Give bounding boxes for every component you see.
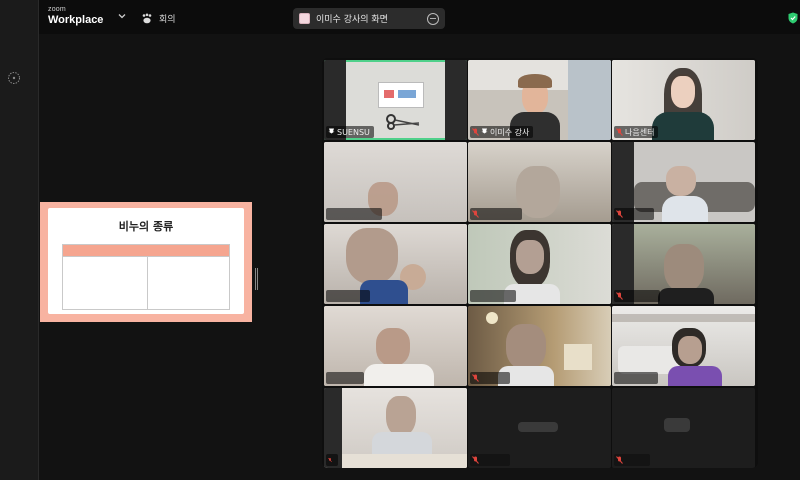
more-options-icon[interactable] — [427, 12, 439, 25]
participant-label — [614, 290, 660, 302]
video-tile-off[interactable] — [612, 388, 755, 468]
slide-table — [62, 244, 230, 310]
video-gallery: SUENSU 이미수 강사 나음센터 — [322, 58, 758, 468]
muted-mic-icon — [616, 128, 623, 136]
muted-mic-icon — [472, 456, 479, 464]
pin-icon — [481, 128, 488, 136]
screen-share-icon — [299, 13, 310, 24]
scissors-icon — [386, 114, 420, 130]
meeting-label: 회의 — [159, 14, 176, 25]
apps-icon[interactable] — [6, 70, 22, 86]
video-tile[interactable] — [324, 224, 467, 304]
video-tile[interactable]: SUENSU — [324, 60, 467, 140]
participant-label — [470, 372, 510, 384]
slide-title: 비누의 종류 — [118, 220, 174, 233]
chevron-down-icon[interactable] — [117, 11, 127, 21]
video-tile[interactable] — [324, 142, 467, 222]
muted-mic-icon — [616, 456, 623, 464]
video-tile[interactable] — [324, 388, 467, 468]
video-tile[interactable]: 나음센터 — [612, 60, 755, 140]
left-frame — [0, 0, 39, 480]
participant-label — [614, 372, 658, 384]
participant-label: SUENSU — [326, 126, 374, 138]
participant-label — [326, 208, 382, 220]
video-tile[interactable] — [612, 306, 755, 386]
slide-table-divider — [147, 256, 148, 309]
muted-mic-icon — [472, 128, 479, 136]
shared-screen-indicator[interactable]: 이미수 강사의 화면 — [293, 8, 445, 29]
video-tile[interactable] — [468, 142, 611, 222]
shield-icon[interactable] — [788, 12, 798, 24]
muted-mic-icon — [616, 210, 623, 218]
video-tile[interactable] — [612, 142, 755, 222]
participant-name: 이미수 강사 — [490, 127, 530, 137]
shared-screen-slide[interactable]: 비누의 종류 — [40, 202, 252, 322]
participant-name: SUENSU — [337, 127, 370, 137]
video-tile[interactable] — [468, 306, 611, 386]
slide-table-header — [63, 245, 229, 257]
muted-mic-icon — [472, 210, 479, 218]
participant-name: 나음센터 — [625, 127, 655, 137]
participant-label — [470, 290, 516, 302]
participant-label: 나음센터 — [614, 126, 659, 138]
participant-label: 이미수 강사 — [470, 126, 534, 138]
split-resize-handle[interactable] — [255, 268, 258, 290]
participant-label — [470, 208, 522, 220]
muted-mic-icon — [472, 374, 479, 382]
video-tile-off[interactable] — [468, 388, 611, 468]
video-tile[interactable]: 이미수 강사 — [468, 60, 611, 140]
participant-label — [326, 290, 370, 302]
brand-big: Workplace — [48, 14, 104, 26]
video-tile[interactable] — [468, 224, 611, 304]
participant-label — [326, 372, 364, 384]
participant-label — [614, 208, 654, 220]
pin-icon — [328, 128, 335, 136]
meeting-icon — [142, 13, 152, 23]
participant-label — [614, 454, 650, 466]
meeting-button[interactable]: 회의 — [141, 10, 176, 26]
share-title: 이미수 강사의 화면 — [316, 15, 388, 25]
zoom-workplace-logo[interactable]: zoom Workplace — [48, 6, 103, 26]
muted-mic-icon — [616, 292, 623, 300]
participant-label — [470, 454, 510, 466]
muted-mic-icon — [328, 457, 332, 463]
top-bar: zoom Workplace 회의 이미수 강사의 화면 — [39, 0, 800, 34]
video-tile[interactable] — [324, 306, 467, 386]
video-tile[interactable] — [612, 224, 755, 304]
participant-label — [326, 454, 338, 466]
slide-card: 비누의 종류 — [48, 208, 244, 314]
brand-small: zoom — [48, 6, 66, 13]
